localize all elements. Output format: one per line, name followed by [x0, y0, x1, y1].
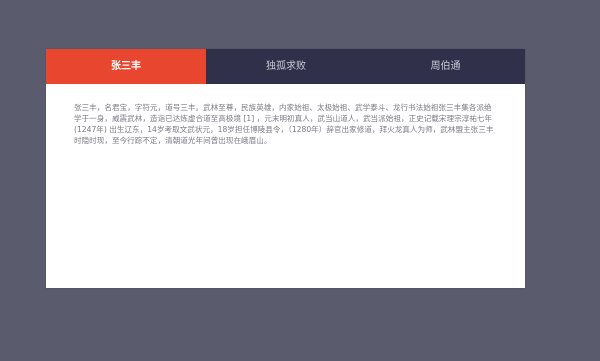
tab-zhou-botong[interactable]: 周伯通 — [366, 49, 525, 84]
tab-panel: 张三丰 独孤求败 周伯通 张三丰，名君宝，字符元，道号三丰。武林至尊，民族英雄，… — [46, 49, 525, 288]
tab-content: 张三丰，名君宝，字符元，道号三丰。武林至尊，民族英雄，内家始祖、太极始祖、武学泰… — [46, 84, 525, 146]
tab-bar: 张三丰 独孤求败 周伯通 — [46, 49, 525, 84]
tab-zhang-sanfeng[interactable]: 张三丰 — [46, 49, 206, 84]
tab-dugu-qiubai[interactable]: 独孤求败 — [206, 49, 366, 84]
biography-text: 张三丰，名君宝，字符元，道号三丰。武林至尊，民族英雄，内家始祖、太极始祖、武学泰… — [74, 103, 494, 145]
